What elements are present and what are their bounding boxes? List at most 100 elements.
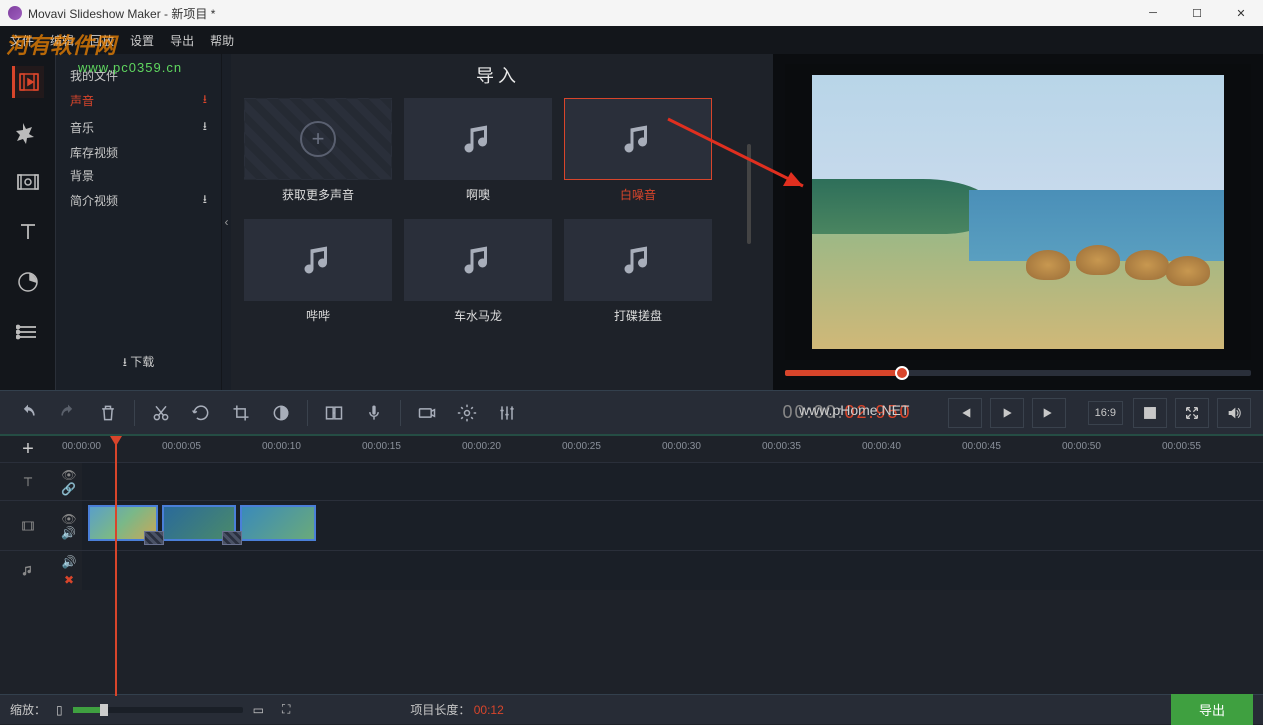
redo-button[interactable] [50, 397, 86, 429]
play-button[interactable] [990, 398, 1024, 428]
record-audio-button[interactable] [356, 397, 392, 429]
tab-transitions[interactable] [12, 166, 44, 198]
panel-title: 导入 [243, 62, 753, 88]
audio-track: 🔊✖ [0, 550, 1263, 590]
aspect-ratio[interactable]: 16:9 [1088, 401, 1123, 425]
plus-icon: + [300, 121, 336, 157]
preview-screen[interactable] [785, 64, 1251, 360]
playhead[interactable] [115, 436, 117, 696]
scrollbar[interactable] [747, 144, 751, 244]
minimize-button[interactable]: ─ [1131, 0, 1175, 26]
tile-sound-5[interactable]: 打碟搓盘 [563, 219, 713, 324]
tile-sound-3[interactable]: 哔哔 [243, 219, 393, 324]
preview-panel: ? [773, 54, 1263, 390]
cat-background[interactable]: 背景 [70, 164, 207, 187]
music-icon [620, 242, 656, 278]
menu-bar: 文件 编辑 回放 设置 导出 帮助 [0, 26, 1263, 54]
menu-file[interactable]: 文件 [10, 32, 34, 49]
fullscreen-button[interactable] [1175, 398, 1209, 428]
project-length-label: 项目长度： 00:12 [410, 701, 503, 718]
video-track-body[interactable] [82, 501, 1263, 550]
clip-3[interactable] [240, 505, 316, 541]
cat-sounds[interactable]: 声音⭳ [70, 87, 207, 114]
track-audio-icon [0, 551, 56, 590]
time-ruler[interactable]: 00:00:00 00:00:05 00:00:10 00:00:15 00:0… [56, 436, 1263, 462]
menu-edit[interactable]: 编辑 [50, 32, 74, 49]
clip-properties-button[interactable] [409, 397, 445, 429]
music-icon [300, 242, 336, 278]
seek-knob[interactable] [895, 366, 909, 380]
prev-frame-button[interactable] [948, 398, 982, 428]
menu-settings[interactable]: 设置 [130, 32, 154, 49]
media-panel: 导入 + 获取更多声音 啊噢 白噪音 哔哔 [231, 54, 773, 390]
audio-track-body[interactable] [82, 551, 1263, 590]
close-button[interactable]: ✕ [1219, 0, 1263, 26]
unpin-button[interactable] [1133, 398, 1167, 428]
collapse-handle[interactable]: ‹ [221, 54, 231, 390]
download-icon: ⭳ [203, 117, 207, 138]
transition-1[interactable] [144, 531, 164, 545]
preview-image [812, 75, 1224, 349]
crop-button[interactable] [223, 397, 259, 429]
tab-titles[interactable] [12, 216, 44, 248]
transition-wizard-button[interactable] [316, 397, 352, 429]
next-frame-button[interactable] [1032, 398, 1066, 428]
cat-intro[interactable]: 简介视频⭳ [70, 187, 207, 214]
transition-2[interactable] [222, 531, 242, 545]
status-bar: 缩放： ▯ ▭ ⛶ 项目长度： 00:12 导出 [0, 694, 1263, 724]
settings-button[interactable] [449, 397, 485, 429]
undo-button[interactable] [10, 397, 46, 429]
volume-button[interactable] [1217, 398, 1251, 428]
download-button[interactable]: ⭳ 下载 [70, 343, 207, 384]
tile-sound-1[interactable]: 啊噢 [403, 98, 553, 203]
track-visibility-icon[interactable]: 👁🔊 [56, 501, 82, 550]
video-track: 👁🔊 [0, 500, 1263, 550]
cat-stockvideo[interactable]: 库存视频 [70, 141, 207, 164]
title-bar: Movavi Slideshow Maker - 新项目 * ─ ☐ ✕ [0, 0, 1263, 26]
add-track-button[interactable]: + [0, 436, 56, 462]
rotate-button[interactable] [183, 397, 219, 429]
main-area: 我的文件 声音⭳ 音乐⭳ 库存视频 背景 简介视频⭳ ⭳ 下载 ‹ 导入 + 获… [0, 54, 1263, 390]
app-icon [8, 6, 22, 20]
tile-getmore[interactable]: + 获取更多声音 [243, 98, 393, 203]
music-icon [620, 121, 656, 157]
fit-button[interactable]: ⛶ [282, 702, 290, 717]
zoom-out-icon[interactable]: ▯ [56, 703, 63, 717]
title-track-body[interactable] [82, 463, 1263, 500]
equalizer-button[interactable] [489, 397, 525, 429]
zoom-in-icon[interactable]: ▭ [253, 703, 264, 717]
zoom-slider[interactable] [73, 707, 243, 713]
tile-sound-4[interactable]: 车水马龙 [403, 219, 553, 324]
cat-music[interactable]: 音乐⭳ [70, 114, 207, 141]
category-panel: 我的文件 声音⭳ 音乐⭳ 库存视频 背景 简介视频⭳ ⭳ 下载 [56, 54, 221, 390]
toolbar: 00:00:02.950 16:9 [0, 390, 1263, 434]
tab-more[interactable] [12, 316, 44, 348]
tool-sidebar [0, 54, 56, 390]
tab-import[interactable] [12, 66, 44, 98]
track-mute-icon[interactable]: 🔊✖ [56, 551, 82, 590]
export-button[interactable]: 导出 [1171, 694, 1253, 725]
track-video-icon [0, 501, 56, 550]
timecode: 00:00:02.950 [774, 400, 919, 426]
download-icon: ⭳ [203, 190, 207, 211]
tile-sound-2[interactable]: 白噪音 [563, 98, 713, 203]
tab-stickers[interactable] [12, 266, 44, 298]
color-button[interactable] [263, 397, 299, 429]
menu-help[interactable]: 帮助 [210, 32, 234, 49]
maximize-button[interactable]: ☐ [1175, 0, 1219, 26]
cut-button[interactable] [143, 397, 179, 429]
music-icon [460, 121, 496, 157]
download-icon: ⭳ [203, 90, 207, 111]
menu-playback[interactable]: 回放 [90, 32, 114, 49]
track-title-icon [0, 463, 56, 500]
window-title: Movavi Slideshow Maker - 新项目 * [28, 5, 215, 22]
zoom-label: 缩放： [10, 701, 46, 718]
tab-filters[interactable] [12, 116, 44, 148]
menu-export[interactable]: 导出 [170, 32, 194, 49]
track-visibility-icon[interactable]: 👁🔗 [56, 463, 82, 500]
preview-seekbar[interactable] [785, 370, 1251, 376]
delete-button[interactable] [90, 397, 126, 429]
timeline: + 00:00:00 00:00:05 00:00:10 00:00:15 00… [0, 434, 1263, 696]
music-icon [460, 242, 496, 278]
cat-myfiles[interactable]: 我的文件 [70, 64, 207, 87]
